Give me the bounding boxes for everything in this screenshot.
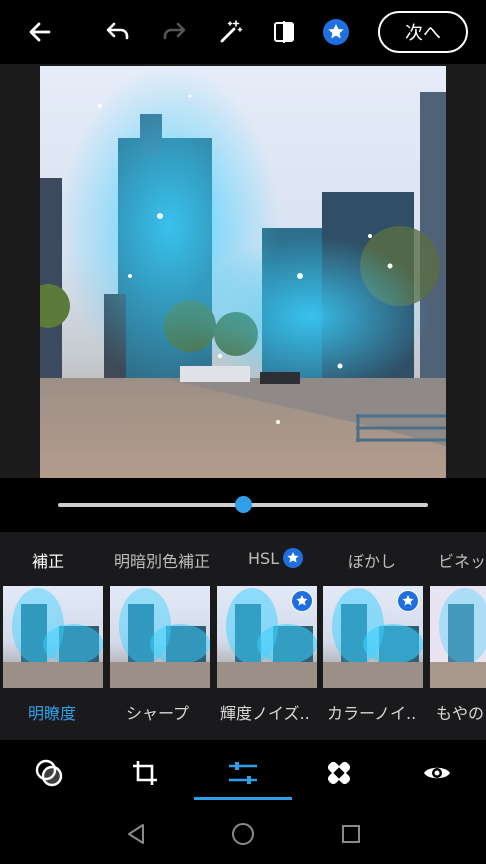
tab-label: 明暗別色補正 <box>114 552 211 571</box>
healing-icon[interactable] <box>322 756 356 790</box>
adjustment-slider <box>0 478 486 532</box>
back-arrow-icon[interactable] <box>22 14 58 50</box>
preset-thumb-clarity[interactable] <box>3 586 103 688</box>
active-tool-indicator <box>194 797 292 800</box>
next-button[interactable]: 次へ <box>378 11 468 53</box>
tab-label: 補正 <box>32 552 65 571</box>
adjust-sliders-icon[interactable] <box>226 756 260 790</box>
star-badge-icon <box>283 548 304 568</box>
star-badge-icon[interactable] <box>318 14 354 50</box>
looks-icon[interactable] <box>32 756 66 790</box>
tab-vignette[interactable]: ビネッ <box>438 548 486 572</box>
tab-label: ぼかし <box>348 552 397 571</box>
nav-recents-icon[interactable] <box>339 822 363 846</box>
magic-wand-icon[interactable] <box>212 14 248 50</box>
preset-label: もやの <box>436 704 485 723</box>
preset-thumbnails: 明瞭度 シャープ 輝度ノイズ.. カラーノイ.. もやの <box>0 586 486 736</box>
redo-icon[interactable] <box>156 14 192 50</box>
preset-thumb-color-noise[interactable] <box>323 586 423 688</box>
preset-label: 明瞭度 <box>28 704 77 723</box>
crop-icon[interactable] <box>128 756 162 790</box>
nav-back-icon[interactable] <box>124 822 148 846</box>
adjustment-tabs: 補正 明暗別色補正 HSL ぼかし ビネッ <box>0 532 486 584</box>
tab-label: HSL <box>248 548 280 568</box>
system-nav-bar <box>0 804 486 864</box>
compare-icon[interactable] <box>266 14 302 50</box>
preset-label: 輝度ノイズ.. <box>220 704 310 723</box>
preset-thumb-sharpen[interactable] <box>110 586 210 688</box>
adjustment-panel: 補正 明暗別色補正 HSL ぼかし ビネッ 明瞭度 シャープ 輝度ノイズ.. カ… <box>0 532 486 740</box>
slider-thumb[interactable] <box>234 496 252 513</box>
image-canvas <box>0 64 486 478</box>
preset-thumb-dehaze[interactable] <box>430 586 486 688</box>
star-badge-icon <box>291 590 313 612</box>
edit-tool-bar <box>0 740 486 804</box>
star-badge-icon <box>397 590 419 612</box>
tab-label: ビネッ <box>438 552 486 571</box>
tab-hsl[interactable]: HSL <box>248 548 304 568</box>
preset-label: カラーノイ.. <box>327 704 417 723</box>
edited-photo[interactable] <box>40 66 446 478</box>
tab-correction[interactable]: 補正 <box>32 548 64 572</box>
preset-thumb-luminance-noise[interactable] <box>217 586 317 688</box>
top-toolbar: 次へ <box>0 0 486 64</box>
preset-label: シャープ <box>126 704 190 723</box>
nav-home-icon[interactable] <box>231 822 255 846</box>
undo-icon[interactable] <box>100 14 136 50</box>
tab-split-toning[interactable]: 明暗別色補正 <box>114 548 210 572</box>
tab-blur[interactable]: ぼかし <box>348 548 396 572</box>
eye-icon[interactable] <box>420 756 454 790</box>
